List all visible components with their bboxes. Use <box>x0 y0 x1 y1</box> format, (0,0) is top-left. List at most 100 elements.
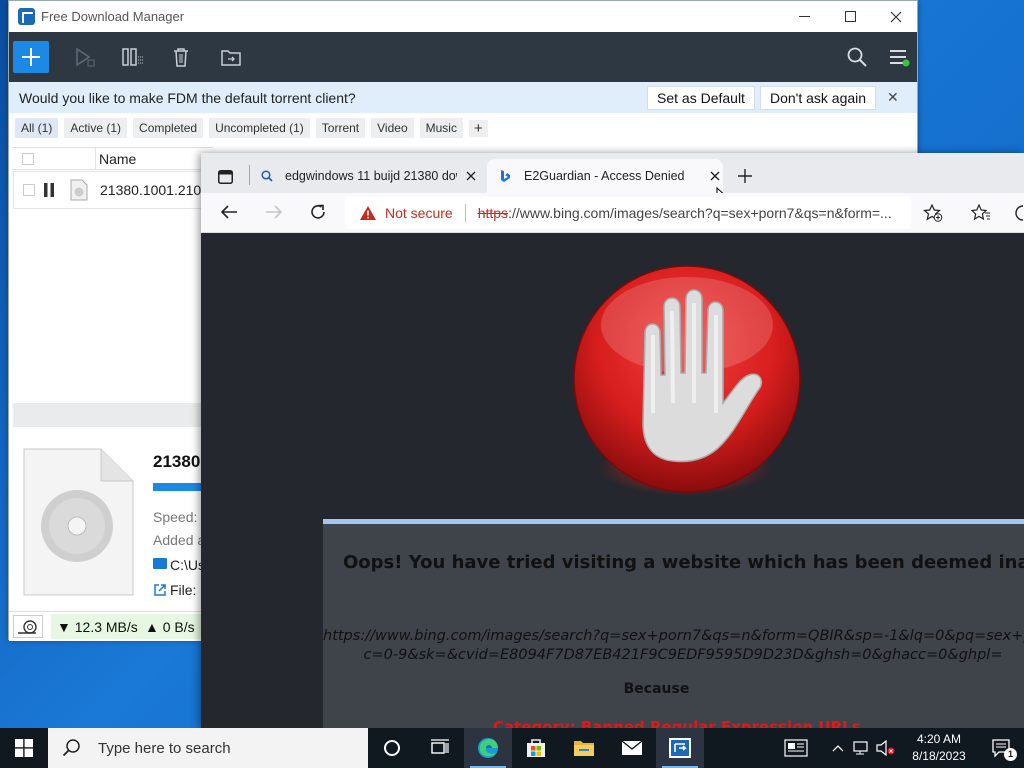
favorites-icon <box>970 203 990 221</box>
close-button[interactable] <box>873 1 919 32</box>
details-splitter[interactable] <box>13 403 213 427</box>
arrow-left-icon <box>220 205 237 219</box>
arrow-right-icon <box>266 205 283 219</box>
folder-icon <box>153 558 167 569</box>
file-label: File: <box>170 582 197 598</box>
news-widget[interactable] <box>778 739 814 757</box>
delete-button[interactable] <box>163 41 199 73</box>
task-view-icon <box>431 739 449 754</box>
favorites-button[interactable] <box>970 203 991 225</box>
show-hidden-icons-button[interactable] <box>826 744 850 752</box>
taskbar-file-explorer[interactable] <box>560 728 608 768</box>
tab-close-icon[interactable] <box>466 171 476 181</box>
folder-move-icon <box>221 50 241 66</box>
cortana-button[interactable] <box>368 728 416 768</box>
pause-icon[interactable] <box>43 183 55 200</box>
upload-speed: ▲ 0 B/s <box>145 619 195 635</box>
task-view-button[interactable] <box>416 728 464 768</box>
banner-close-icon[interactable]: ✕ <box>887 89 899 106</box>
name-column-header[interactable]: Name <box>99 151 136 167</box>
taskbar: Type here to search 4:20 AM 8/18/2023 1 <box>0 728 1024 768</box>
navigation-bar: Not secure https ://www.bing.com/images/… <box>201 193 1024 233</box>
taskbar-mail[interactable] <box>608 728 656 768</box>
select-all-checkbox[interactable] <box>22 153 34 165</box>
details-filename: 21380 <box>153 452 201 471</box>
filter-video[interactable]: Video <box>371 118 414 138</box>
taskbar-store[interactable] <box>512 728 560 768</box>
download-path[interactable]: C:\Us <box>170 557 205 573</box>
add-favorite-button[interactable] <box>923 203 943 225</box>
store-icon <box>527 739 545 757</box>
table-row[interactable]: 21380.1001.210 <box>13 171 213 209</box>
search-icon <box>261 170 273 182</box>
denied-heading: Oops! You have tried visiting a website … <box>343 552 1024 573</box>
network-button[interactable] <box>850 740 874 756</box>
tab-close-icon[interactable] <box>710 171 720 181</box>
network-icon <box>853 741 868 755</box>
plus-icon <box>738 169 752 183</box>
search-button[interactable] <box>839 41 875 73</box>
filter-torrent[interactable]: Torrent <box>315 118 366 138</box>
clock[interactable]: 4:20 AM 8/18/2023 <box>898 731 980 765</box>
taskbar-edge[interactable] <box>464 728 512 768</box>
download-speed: ▼ 12.3 MB/s <box>57 619 138 635</box>
minimize-button[interactable] <box>781 1 827 32</box>
filter-completed[interactable]: Completed <box>133 118 204 138</box>
start-button[interactable] <box>0 728 48 768</box>
filter-active[interactable]: Active (1) <box>64 118 128 138</box>
refresh-button[interactable] <box>309 203 327 224</box>
tab-search[interactable]: edgwindows 11 buijd 21380 dow <box>249 159 485 193</box>
filter-all[interactable]: All (1) <box>15 118 59 138</box>
filter-music[interactable]: Music <box>419 118 463 138</box>
dont-ask-again-button[interactable]: Don't ask again <box>760 86 877 110</box>
back-button[interactable] <box>220 204 238 223</box>
tab-actions-icon[interactable] <box>218 170 233 187</box>
open-file-icon[interactable] <box>153 583 167 600</box>
taskbar-search-box[interactable]: Type here to search <box>48 728 368 768</box>
action-center-button[interactable]: 1 <box>980 738 1024 761</box>
pause-all-button[interactable] <box>115 41 151 73</box>
add-download-button[interactable] <box>13 41 49 73</box>
play-icon <box>76 47 95 67</box>
cortana-icon <box>384 740 400 756</box>
download-name: 21380.1001.210 <box>100 182 202 198</box>
fdm-toolbar <box>9 32 917 82</box>
default-client-banner: Would you like to make FDM the default t… <box>9 82 917 113</box>
search-icon <box>847 47 867 67</box>
tab-access-denied[interactable]: E2Guardian - Access Denied <box>487 159 723 193</box>
menu-button[interactable] <box>881 41 917 73</box>
disc-file-icon <box>23 448 135 599</box>
filter-bar: All (1) Active (1) Completed Uncompleted… <box>9 113 917 143</box>
address-bar[interactable]: Not secure https ://www.bing.com/images/… <box>345 197 911 229</box>
blocked-url-line1: https://www.bing.com/images/search?q=sex… <box>323 628 1024 644</box>
blocked-url: https://www.bing.com/images/search?q=sex… <box>323 627 1024 665</box>
collections-icon[interactable] <box>1015 204 1024 225</box>
fdm-icon <box>669 738 691 758</box>
details-progress-bar <box>153 483 203 491</box>
resume-button[interactable] <box>66 41 102 73</box>
search-icon <box>62 739 80 757</box>
add-filter-button[interactable]: + <box>468 119 488 137</box>
volume-button[interactable] <box>874 740 898 756</box>
because-label: Because <box>623 681 690 697</box>
news-icon <box>784 739 808 757</box>
banner-text: Would you like to make FDM the default t… <box>19 89 356 106</box>
edge-window: edgwindows 11 buijd 21380 dow E2Guardian… <box>201 153 1024 728</box>
new-tab-button[interactable] <box>737 168 753 187</box>
move-to-folder-button[interactable] <box>213 41 249 73</box>
folder-icon <box>574 741 594 756</box>
set-as-default-button[interactable]: Set as Default <box>647 86 755 110</box>
url-scheme: https <box>477 205 509 221</box>
snail-icon[interactable] <box>13 615 43 638</box>
blocked-url-line2: c=0-9&sk=&cvid=E8094F7D87EB421F9C9EDF959… <box>363 647 1003 663</box>
added-label: Added a <box>153 532 206 548</box>
url-text: ://www.bing.com/images/search?q=sex+porn… <box>508 205 892 221</box>
maximize-button[interactable] <box>827 1 873 32</box>
system-tray: 4:20 AM 8/18/2023 1 <box>778 728 1024 768</box>
taskbar-fdm[interactable] <box>656 728 704 768</box>
search-placeholder: Type here to search <box>98 739 231 757</box>
not-secure-label[interactable]: Not secure <box>385 205 453 221</box>
filter-uncompleted[interactable]: Uncompleted (1) <box>209 118 310 138</box>
pause-icon <box>122 48 144 66</box>
row-checkbox[interactable] <box>23 184 35 196</box>
